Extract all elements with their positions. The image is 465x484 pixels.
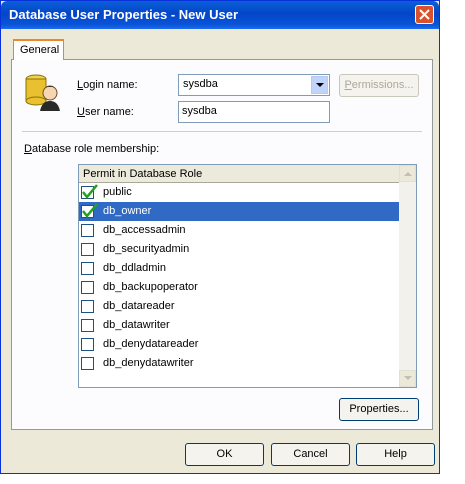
login-name-value: sysdba <box>183 78 218 90</box>
role-name: db_denydatawriter <box>103 357 194 369</box>
role-row[interactable]: db_owner <box>79 202 399 221</box>
role-checkbox[interactable] <box>81 243 94 256</box>
role-name: db_accessadmin <box>103 224 186 236</box>
window-title: Database User Properties - New User <box>9 7 239 22</box>
role-row[interactable]: db_datareader <box>79 297 399 316</box>
role-row[interactable]: db_ddladmin <box>79 259 399 278</box>
tab-general-label: General <box>20 44 60 56</box>
role-checkbox[interactable] <box>81 262 94 275</box>
vertical-scrollbar[interactable] <box>399 165 416 387</box>
role-name: public <box>103 186 132 198</box>
chevron-up-icon <box>404 172 412 176</box>
user-name-input[interactable] <box>182 105 322 117</box>
login-name-combobox[interactable]: sysdba <box>178 74 330 96</box>
role-list[interactable]: Permit in Database Role public db_ownerdb… <box>78 164 417 388</box>
ok-button[interactable]: OK <box>185 443 264 466</box>
properties-dialog: Database User Properties - New User Gene… <box>0 0 440 474</box>
cancel-button[interactable]: Cancel <box>271 443 350 466</box>
role-checkbox[interactable] <box>81 184 98 199</box>
role-name: db_owner <box>103 205 152 217</box>
role-name: db_datawriter <box>103 319 170 331</box>
role-name: db_securityadmin <box>103 243 190 255</box>
list-column-header[interactable]: Permit in Database Role <box>79 165 399 183</box>
role-row[interactable]: db_denydatawriter <box>79 354 399 373</box>
user-name-label: User name: <box>77 106 134 118</box>
role-row[interactable]: db_denydatareader <box>79 335 399 354</box>
tab-general[interactable]: General <box>13 39 64 60</box>
role-checkbox[interactable] <box>81 300 94 313</box>
role-name: db_denydatareader <box>103 338 199 350</box>
login-dropdown-button[interactable] <box>311 76 328 94</box>
role-checkbox[interactable] <box>81 203 98 218</box>
properties-button[interactable]: Properties... <box>339 398 419 421</box>
column-header-label: Permit in Database Role <box>83 168 203 180</box>
role-checkbox[interactable] <box>81 281 94 294</box>
login-name-label: Login name: <box>77 79 138 91</box>
role-checkbox[interactable] <box>81 357 94 370</box>
database-user-icon <box>25 74 60 111</box>
role-checkbox[interactable] <box>81 338 94 351</box>
role-row[interactable]: db_backupoperator <box>79 278 399 297</box>
role-checkbox[interactable] <box>81 319 94 332</box>
role-name: db_ddladmin <box>103 262 166 274</box>
role-checkbox[interactable] <box>81 224 94 237</box>
role-row[interactable]: db_datawriter <box>79 316 399 335</box>
scroll-up-button[interactable] <box>399 165 416 182</box>
permissions-button[interactable]: Permissions... <box>339 74 419 97</box>
chevron-down-icon <box>316 83 324 87</box>
role-row[interactable]: public <box>79 183 399 202</box>
checkmark-icon <box>82 184 98 199</box>
scroll-down-button[interactable] <box>399 370 416 387</box>
role-name: db_backupoperator <box>103 281 198 293</box>
help-button[interactable]: Help <box>356 443 435 466</box>
role-name: db_datareader <box>103 300 175 312</box>
user-name-field[interactable] <box>178 101 330 123</box>
close-icon <box>419 9 430 20</box>
role-membership-label: Database role membership: <box>24 143 160 155</box>
role-row[interactable]: db_accessadmin <box>79 221 399 240</box>
divider <box>22 131 422 132</box>
chevron-down-icon <box>404 376 412 380</box>
title-bar[interactable]: Database User Properties - New User <box>1 1 439 29</box>
checkmark-icon <box>82 203 98 218</box>
role-row[interactable]: db_securityadmin <box>79 240 399 259</box>
close-button[interactable] <box>415 5 434 24</box>
